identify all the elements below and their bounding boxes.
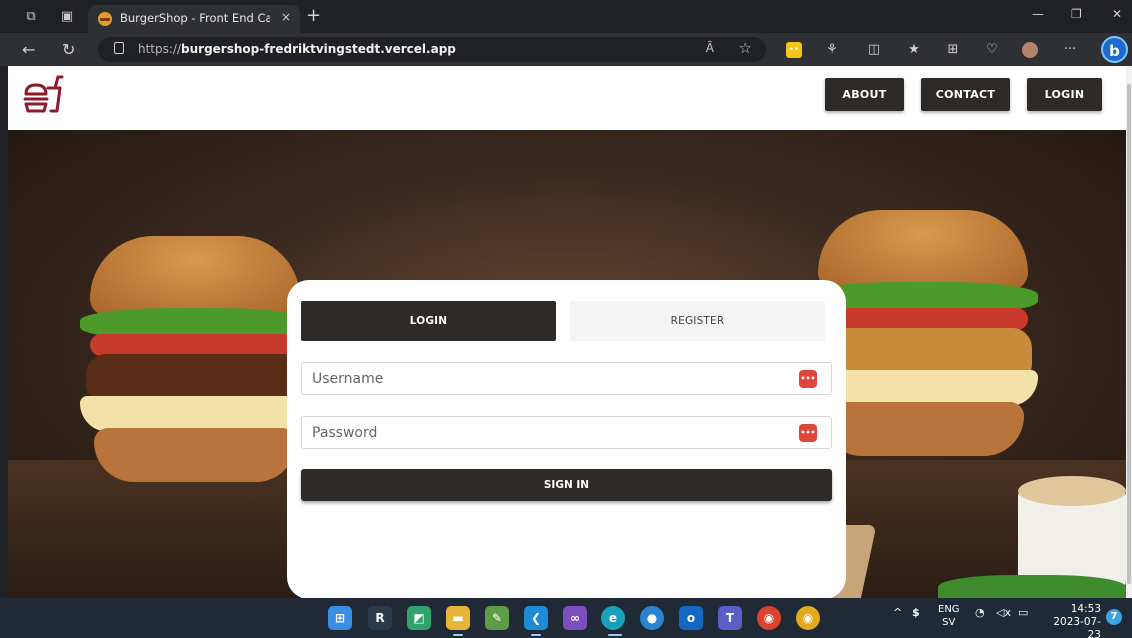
app-icon[interactable]: ● xyxy=(640,606,664,630)
tab-title: BurgerShop - Front End Capston xyxy=(120,11,270,25)
clock-time: 14:53 xyxy=(1070,603,1101,615)
terminal-app-icon[interactable]: R xyxy=(368,606,392,630)
file-explorer-icon[interactable]: ▬ xyxy=(446,606,470,630)
teams-icon[interactable]: T xyxy=(718,606,742,630)
burger-favicon-icon xyxy=(98,12,112,26)
sign-in-button[interactable]: SIGN IN xyxy=(301,469,832,501)
browser-essentials-icon[interactable]: ♡ xyxy=(984,42,1000,58)
username-field[interactable]: ••• xyxy=(301,362,832,395)
notification-badge[interactable]: 7 xyxy=(1106,609,1122,625)
site-header: ABOUT CONTACT LOGIN xyxy=(8,66,1126,130)
password-manager-icon[interactable]: ••• xyxy=(799,424,817,442)
page-scrollbar[interactable] xyxy=(1126,66,1132,598)
language-indicator[interactable]: ENG SV xyxy=(938,603,960,629)
browser-tab-active[interactable]: BurgerShop - Front End Capston × xyxy=(88,5,300,33)
vscode-icon[interactable]: ❮ xyxy=(524,606,548,630)
wifi-icon[interactable]: ◔ xyxy=(975,606,985,619)
battery-icon[interactable]: ▭ xyxy=(1018,606,1028,619)
browser-toolbar: ← ↻ https://burgershop-fredriktvingstedt… xyxy=(0,33,1132,66)
tab-login[interactable]: LOGIN xyxy=(301,301,556,341)
url-text: https://burgershop-fredriktvingstedt.ver… xyxy=(138,42,456,56)
lock-icon[interactable] xyxy=(114,42,124,54)
active-indicator xyxy=(608,634,622,636)
windows-taskbar: ⊞ R ◩ ▬ ✎ ❮ ∞ e ● o T ◉ ◉ ^ $ ENG SV ◔ ◁… xyxy=(0,598,1132,638)
notepad-app-icon[interactable]: ✎ xyxy=(485,606,509,630)
username-input[interactable] xyxy=(312,367,782,391)
outlook-icon[interactable]: o xyxy=(679,606,703,630)
favorites-icon[interactable]: ★ xyxy=(906,42,922,58)
tab-register[interactable]: REGISTER xyxy=(570,301,825,341)
chrome-canary-icon[interactable]: ◉ xyxy=(757,606,781,630)
nav-about-button[interactable]: ABOUT xyxy=(825,78,904,111)
extensions-puzzle-icon[interactable]: ⚘ xyxy=(824,42,840,58)
photos-app-icon[interactable]: ◩ xyxy=(407,606,431,630)
hero-background-image: LOGIN REGISTER ••• ••• SIGN IN xyxy=(8,130,1126,598)
tab-actions-icon[interactable]: ▣ xyxy=(56,6,78,28)
clock-date: 2023-07-23 xyxy=(1053,616,1101,638)
edge-browser-icon[interactable]: e xyxy=(601,606,625,630)
volume-muted-icon[interactable]: ◁x xyxy=(996,606,1011,619)
more-menu-icon[interactable]: ··· xyxy=(1062,42,1078,58)
split-screen-icon[interactable]: ◫ xyxy=(866,42,882,58)
profile-avatar[interactable] xyxy=(1022,42,1038,58)
extension-icon[interactable]: •• xyxy=(786,42,802,58)
burger-shop-logo-icon[interactable] xyxy=(22,74,64,116)
password-field[interactable]: ••• xyxy=(301,416,832,449)
restore-icon[interactable]: ❐ xyxy=(1071,7,1082,21)
refresh-icon[interactable]: ↻ xyxy=(62,40,75,59)
browser-tab-strip: ⧉ ▣ BurgerShop - Front End Capston × + —… xyxy=(0,0,1132,33)
favorite-star-icon[interactable]: ☆ xyxy=(739,39,752,57)
visual-studio-icon[interactable]: ∞ xyxy=(563,606,587,630)
back-arrow-icon[interactable]: ← xyxy=(22,40,35,59)
minimize-icon[interactable]: — xyxy=(1032,7,1044,21)
keyboard-layout: SV xyxy=(942,617,956,628)
address-bar[interactable]: https://burgershop-fredriktvingstedt.ver… xyxy=(98,37,766,62)
workspaces-icon[interactable]: ⧉ xyxy=(20,6,42,28)
active-indicator xyxy=(453,634,463,636)
screen: ⧉ ▣ BurgerShop - Front End Capston × + —… xyxy=(0,0,1132,638)
tray-overflow-icon[interactable]: ^ xyxy=(893,606,902,619)
tray-app-icon[interactable]: $ xyxy=(912,606,920,619)
nav-contact-button[interactable]: CONTACT xyxy=(921,78,1010,111)
collections-icon[interactable]: ⊞ xyxy=(945,42,961,58)
chrome-icon[interactable]: ◉ xyxy=(796,606,820,630)
scrollbar-thumb[interactable] xyxy=(1127,84,1131,584)
password-manager-icon[interactable]: ••• xyxy=(799,370,817,388)
active-indicator xyxy=(531,634,541,636)
nav-login-button[interactable]: LOGIN xyxy=(1027,78,1102,111)
new-tab-button[interactable]: + xyxy=(306,5,321,26)
password-input[interactable] xyxy=(312,421,782,445)
salad-leaves-image xyxy=(938,575,1126,598)
bing-copilot-icon[interactable]: b xyxy=(1101,36,1128,63)
beef-burger-image xyxy=(80,236,310,496)
clock[interactable]: 14:53 2023-07-23 xyxy=(1046,603,1101,638)
start-windows-icon[interactable]: ⊞ xyxy=(328,606,352,630)
tab-close-icon[interactable]: × xyxy=(281,10,291,24)
language-code: ENG xyxy=(938,604,960,615)
close-window-icon[interactable]: ✕ xyxy=(1112,7,1122,21)
login-card: LOGIN REGISTER ••• ••• SIGN IN xyxy=(287,280,846,598)
read-aloud-icon[interactable]: Ȃ xyxy=(706,41,714,55)
web-page: ABOUT CONTACT LOGIN LOGIN REGISTER ••• xyxy=(8,66,1126,598)
